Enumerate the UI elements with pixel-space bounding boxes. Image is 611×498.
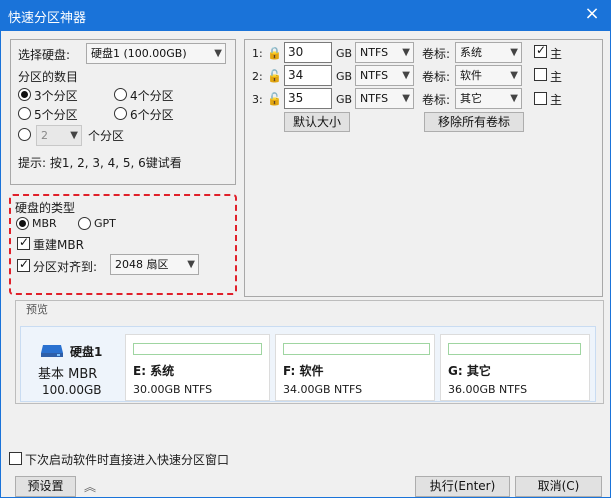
align-checkbox[interactable]: [17, 257, 30, 272]
disk-icon: [40, 342, 64, 358]
row2-fs-value: NTFS: [360, 69, 389, 82]
preview-partition-detail: 30.00GB NTFS: [133, 383, 213, 396]
row3-fs-select[interactable]: NTFS ▼: [355, 88, 414, 109]
preview-partition-detail: 34.00GB NTFS: [283, 383, 363, 396]
custom-count-value: 2: [41, 129, 48, 142]
remove-all-labels-button[interactable]: 移除所有卷标: [424, 112, 524, 132]
chevron-down-icon: ▼: [510, 93, 518, 104]
disk-select-value: 硬盘1 (100.00GB): [91, 47, 187, 60]
preview-partition-detail: 36.00GB NTFS: [448, 383, 528, 396]
row1-fs-value: NTFS: [360, 46, 389, 59]
radio-gpt[interactable]: [78, 217, 91, 230]
row1-volume-select[interactable]: 系统 ▼: [455, 42, 522, 63]
radio-6-partitions[interactable]: [114, 107, 127, 120]
row1-primary-label: 主: [550, 47, 563, 61]
preview-disk-size: 100.00GB: [42, 383, 102, 397]
disk-select[interactable]: 硬盘1 (100.00GB) ▼: [86, 43, 226, 64]
preview-disk-type: 基本 MBR: [38, 367, 98, 382]
title-bar: 快速分区神器 ×: [0, 0, 611, 31]
cancel-button[interactable]: 取消(C): [515, 476, 602, 497]
row3-volume-select[interactable]: 其它 ▼: [455, 88, 522, 109]
row2-primary-checkbox[interactable]: [534, 68, 547, 81]
rebuild-mbr-label: 重建MBR: [33, 238, 84, 252]
row2-fs-select[interactable]: NTFS ▼: [355, 65, 414, 86]
default-size-button[interactable]: 默认大小: [284, 112, 350, 132]
row3-unit: GB: [336, 93, 353, 106]
disk-type-title: 硬盘的类型: [15, 201, 76, 215]
label-4-partitions: 4个分区: [130, 89, 174, 103]
startup-label: 下次启动软件时直接进入快速分区窗口: [25, 453, 230, 467]
row2-size-input[interactable]: 34: [284, 65, 332, 86]
row2-volume-select[interactable]: 软件 ▼: [455, 65, 522, 86]
chevron-down-icon: ▼: [70, 130, 78, 141]
row3-fs-value: NTFS: [360, 92, 389, 105]
chevron-down-icon: ▼: [402, 70, 410, 81]
label-5-partitions: 5个分区: [34, 108, 78, 122]
execute-button[interactable]: 执行(Enter): [415, 476, 510, 497]
row3-volume-label: 卷标:: [422, 93, 451, 107]
row1-unit: GB: [336, 47, 353, 60]
row3-primary-checkbox[interactable]: [534, 92, 547, 105]
preview-partition-name: G: 其它: [448, 364, 491, 378]
label-3-partitions: 3个分区: [34, 89, 78, 103]
row1-fs-select[interactable]: NTFS ▼: [355, 42, 414, 63]
partition-count-title: 分区的数目: [18, 70, 79, 84]
row2-volume-value: 软件: [460, 69, 482, 82]
radio-4-partitions[interactable]: [114, 88, 127, 101]
radio-5-partitions[interactable]: [18, 107, 31, 120]
row2-primary-label: 主: [550, 70, 563, 84]
keyboard-hint: 提示: 按1, 2, 3, 4, 5, 6键试看: [18, 156, 182, 170]
row1-primary-checkbox[interactable]: [534, 43, 547, 58]
preview-partition-bar: [448, 343, 581, 355]
chevron-down-icon: ▼: [510, 47, 518, 58]
row1-index: 1:: [252, 47, 263, 60]
double-chevron-up-icon[interactable]: ︽: [84, 478, 96, 495]
radio-3-partitions[interactable]: [18, 88, 31, 101]
radio-custom-partitions[interactable]: [18, 128, 31, 141]
startup-checkbox[interactable]: [9, 452, 22, 465]
label-6-partitions: 6个分区: [130, 108, 174, 122]
lock-icon[interactable]: 🔒: [267, 46, 282, 60]
align-select-value: 2048 扇区: [115, 258, 169, 271]
preview-disk-name: 硬盘1: [70, 345, 103, 359]
preview-partition-bar: [133, 343, 262, 355]
preview-title: 预览: [22, 301, 52, 317]
label-mbr: MBR: [32, 217, 57, 230]
row1-volume-value: 系统: [460, 46, 482, 59]
chevron-down-icon: ▼: [187, 259, 195, 270]
preview-partition-bar: [283, 343, 430, 355]
preview-partition-name: E: 系统: [133, 364, 175, 378]
row2-volume-label: 卷标:: [422, 70, 451, 84]
label-gpt: GPT: [94, 217, 116, 230]
disk-label: 选择硬盘:: [18, 48, 71, 62]
chevron-down-icon: ▼: [214, 48, 222, 59]
preview-partition-name: F: 软件: [283, 364, 324, 378]
row3-index: 3:: [252, 93, 263, 106]
chevron-down-icon: ▼: [402, 93, 410, 104]
row2-unit: GB: [336, 70, 353, 83]
rebuild-mbr-checkbox[interactable]: [17, 235, 30, 250]
chevron-down-icon: ▼: [402, 47, 410, 58]
row3-primary-label: 主: [550, 93, 563, 107]
chevron-down-icon: ▼: [510, 70, 518, 81]
window-title: 快速分区神器: [8, 11, 87, 26]
custom-partition-suffix: 个分区: [88, 129, 125, 143]
row2-index: 2:: [252, 70, 263, 83]
unlock-icon[interactable]: 🔓: [267, 92, 282, 106]
preset-button[interactable]: 预设置: [15, 476, 76, 497]
custom-partition-count-select[interactable]: 2 ▼: [36, 125, 82, 146]
row1-volume-label: 卷标:: [422, 47, 451, 61]
close-button[interactable]: ×: [581, 3, 603, 25]
align-select[interactable]: 2048 扇区 ▼: [110, 254, 199, 275]
row3-size-input[interactable]: 35: [284, 88, 332, 109]
row3-volume-value: 其它: [460, 92, 482, 105]
radio-mbr[interactable]: [16, 217, 29, 230]
row1-size-input[interactable]: 30: [284, 42, 332, 63]
align-label: 分区对齐到:: [33, 260, 98, 274]
unlock-icon[interactable]: 🔓: [267, 69, 282, 83]
